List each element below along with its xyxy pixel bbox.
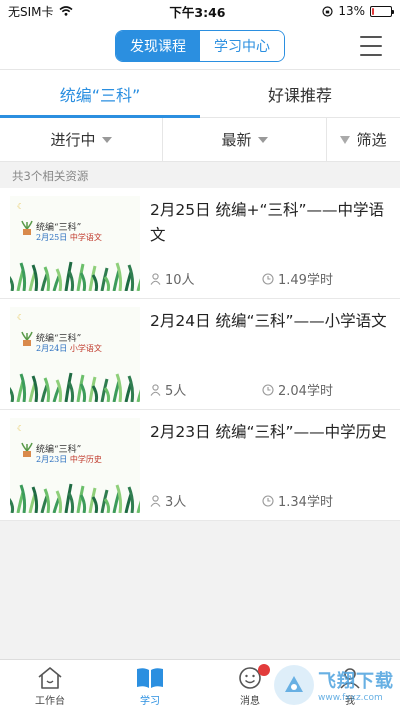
seg-discover-button[interactable]: 发现课程: [116, 30, 200, 61]
course-list: ☾ 统编“三科” 2月25日 中学语文 2月25日 统编+“三科”——中学语文 …: [0, 188, 400, 521]
sort-label: 最新: [221, 131, 252, 149]
grass-decoration: [10, 261, 140, 291]
study-hours: 1.34学时: [262, 491, 333, 510]
thumbnail-subject: 小学语文: [69, 344, 102, 353]
top-header: 发现课程 学习中心: [0, 22, 400, 70]
participants: 5人: [150, 380, 262, 399]
watermark-text: 飞翔下载: [318, 671, 394, 692]
course-meta: 3人 1.34学时: [150, 491, 390, 510]
person-icon: [150, 272, 161, 285]
moon-icon: ☾: [17, 202, 25, 211]
thumbnail-date: 2月24日: [36, 344, 68, 353]
course-thumbnail: ☾ 统编“三科” 2月23日 中学历史: [10, 418, 140, 513]
participant-count: 3人: [165, 495, 187, 510]
hours-value: 1.49学时: [278, 273, 333, 288]
clock-icon: [262, 383, 274, 396]
course-item[interactable]: ☾ 统编“三科” 2月24日 小学语文 2月24日 统编“三科”——小学语文 5…: [0, 299, 400, 410]
carrier-label: 无SIM卡: [8, 4, 54, 19]
participant-count: 5人: [165, 384, 187, 399]
participants: 10人: [150, 269, 262, 288]
potted-plant-icon: [21, 442, 33, 457]
person-icon: [150, 494, 161, 507]
watermark-logo-icon: [274, 665, 314, 705]
battery-icon: [370, 5, 394, 17]
course-meta: 5人 2.04学时: [150, 380, 390, 399]
moon-icon: ☾: [17, 424, 25, 433]
course-title: 2月25日 统编+“三科”——中学语文: [150, 201, 385, 244]
study-hours: 2.04学时: [262, 380, 333, 399]
status-filter-dropdown[interactable]: 进行中: [0, 118, 163, 161]
course-thumbnail: ☾ 统编“三科” 2月24日 小学语文: [10, 307, 140, 402]
tab-recommended[interactable]: 好课推荐: [200, 70, 400, 117]
status-filter-label: 进行中: [50, 131, 96, 149]
status-right: 13%: [322, 4, 394, 18]
person-icon: [150, 383, 161, 396]
orientation-lock-icon: [322, 5, 333, 17]
category-tabs: 统编“三科” 好课推荐: [0, 70, 400, 118]
course-thumbnail: ☾ 统编“三科” 2月25日 中学语文: [10, 196, 140, 291]
menu-icon[interactable]: [360, 36, 382, 56]
thumbnail-subject: 中学语文: [69, 233, 102, 242]
chevron-down-icon: [101, 136, 112, 143]
clock-icon: [262, 494, 274, 507]
filter-label: 筛选: [356, 131, 387, 149]
course-item[interactable]: ☾ 统编“三科” 2月25日 中学语文 2月25日 统编+“三科”——中学语文 …: [0, 188, 400, 299]
grass-decoration: [10, 372, 140, 402]
tab-tongbian-sanke[interactable]: 统编“三科”: [0, 70, 200, 118]
nav-study-label: 学习: [140, 696, 160, 707]
hours-value: 1.34学时: [278, 495, 333, 510]
moon-icon: ☾: [17, 313, 25, 322]
thumbnail-date: 2月25日: [36, 233, 68, 242]
nav-messages-label: 消息: [240, 696, 260, 707]
home-icon: [38, 667, 62, 689]
notification-badge: [258, 664, 270, 676]
seg-study-button[interactable]: 学习中心: [200, 30, 284, 61]
status-time: 下午3:46: [169, 4, 226, 20]
funnel-icon: [340, 135, 351, 144]
grass-decoration: [10, 483, 140, 513]
course-title: 2月24日 统编“三科”——小学语文: [150, 312, 387, 330]
course-info: 2月23日 统编“三科”——中学历史 3人 1.34学时: [140, 418, 390, 512]
potted-plant-icon: [21, 331, 33, 346]
watermark-url: www.fxxz.com: [318, 693, 383, 703]
nav-study[interactable]: 学习: [100, 660, 200, 711]
chevron-down-icon: [257, 136, 268, 143]
status-left: 无SIM卡: [8, 3, 73, 20]
filter-bar: 进行中 最新 筛选: [0, 118, 400, 162]
study-hours: 1.49学时: [262, 269, 333, 288]
status-bar: 无SIM卡 下午3:46 13%: [0, 0, 400, 22]
sort-dropdown[interactable]: 最新: [163, 118, 327, 161]
nav-workbench-label: 工作台: [35, 696, 65, 707]
nav-workbench[interactable]: 工作台: [0, 660, 100, 711]
thumbnail-subtitle: 2月24日 小学语文: [36, 343, 102, 354]
bottom-nav: 工作台 学习 消息 我 飞翔下载 www.fxxz.com: [0, 659, 400, 711]
course-meta: 10人 1.49学时: [150, 269, 390, 288]
book-icon: [137, 668, 163, 688]
wifi-icon: [59, 6, 73, 16]
filter-button[interactable]: 筛选: [327, 118, 400, 161]
hours-value: 2.04学时: [278, 384, 333, 399]
course-item[interactable]: ☾ 统编“三科” 2月23日 中学历史 2月23日 统编“三科”——中学历史 3…: [0, 410, 400, 521]
potted-plant-icon: [21, 220, 33, 235]
thumbnail-date: 2月23日: [36, 455, 68, 464]
participant-count: 10人: [165, 273, 195, 288]
segmented-control: 发现课程 学习中心: [115, 29, 285, 62]
course-info: 2月25日 统编+“三科”——中学语文 10人 1.49学时: [140, 196, 390, 290]
thumbnail-subtitle: 2月23日 中学历史: [36, 454, 102, 465]
thumbnail-subtitle: 2月25日 中学语文: [36, 232, 102, 243]
course-title: 2月23日 统编“三科”——中学历史: [150, 423, 387, 441]
result-count: 共3个相关资源: [0, 162, 400, 188]
clock-icon: [262, 272, 274, 285]
course-info: 2月24日 统编“三科”——小学语文 5人 2.04学时: [140, 307, 390, 401]
participants: 3人: [150, 491, 262, 510]
battery-percent: 13%: [338, 4, 365, 18]
watermark: 飞翔下载 www.fxxz.com: [274, 665, 394, 705]
thumbnail-subject: 中学历史: [69, 455, 102, 464]
